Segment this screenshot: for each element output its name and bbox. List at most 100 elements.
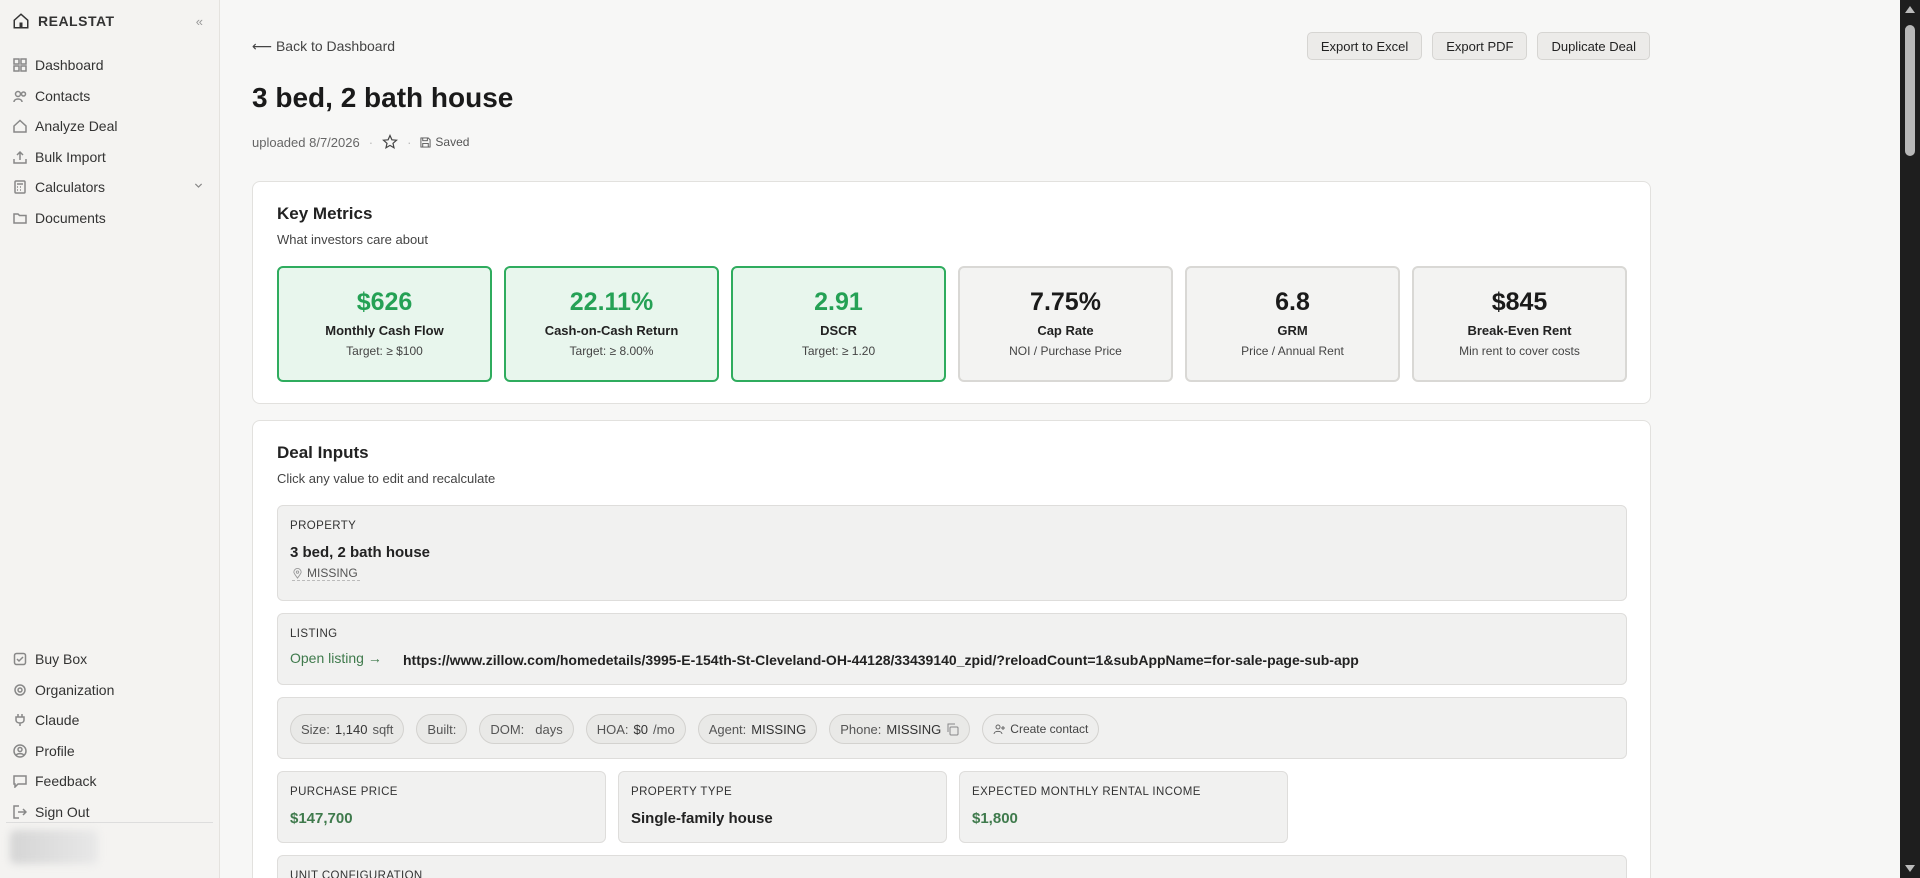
metric-value: 2.91 [814, 288, 863, 316]
phone-chip[interactable]: Phone: MISSING [829, 714, 971, 744]
plug-icon [15, 714, 25, 726]
sidebar-item-analyze-deal[interactable]: Analyze Deal [0, 113, 220, 139]
page-scrollbar[interactable] [1900, 0, 1920, 878]
sidebar-item-label: Feedback [35, 773, 97, 789]
hoa-chip[interactable]: HOA: $0 /mo [585, 714, 686, 744]
sidebar-item-label: Buy Box [35, 651, 88, 667]
star-icon[interactable] [382, 134, 399, 150]
scroll-down-arrow-icon[interactable] [1905, 865, 1915, 872]
property-label: Property [290, 520, 357, 532]
purchase-price-label: Purchase Price [290, 786, 398, 798]
metric-target: Target: ≥ 8.00% [569, 344, 654, 358]
sidebar-item-documents[interactable]: Documents [0, 205, 220, 231]
open-listing-link[interactable]: Open listing → [290, 650, 382, 666]
chevron-down-icon[interactable] [193, 180, 204, 191]
purchase-price-value[interactable]: $147,700 [290, 810, 353, 827]
duplicate-deal-button[interactable]: Duplicate Deal [1537, 32, 1650, 60]
listing-label: Listing [290, 628, 338, 640]
metric-description: Min rent to cover costs [1459, 344, 1580, 358]
page-title: 3 bed, 2 bath house [252, 82, 514, 113]
rental-income-field[interactable]: Expected Monthly Rental Income $1,800 [959, 771, 1288, 843]
rental-income-value[interactable]: $1,800 [972, 810, 1018, 827]
sidebar-item-label: Contacts [35, 87, 91, 104]
map-pin-icon [293, 567, 302, 579]
brand-name: REALSTAT [38, 13, 115, 29]
sidebar-item-label: Analyze Deal [35, 118, 118, 134]
sidebar-item-label: Claude [35, 712, 80, 728]
user-plus-icon [993, 724, 1006, 735]
key-metrics-card: Key Metrics What investors care about $6… [252, 181, 1651, 404]
chip-unit: sqft [372, 721, 394, 737]
unit-configuration-panel: Unit Configuration [277, 855, 1627, 878]
key-metrics-title: Key Metrics [277, 204, 373, 223]
sidebar-item-calculators[interactable]: Calculators [0, 174, 220, 200]
user-account-blurred[interactable] [10, 830, 98, 864]
create-contact-label: Create contact [1010, 722, 1089, 736]
agent-chip[interactable]: Agent: MISSING [697, 714, 818, 744]
sidebar-item-label: Profile [35, 742, 75, 759]
sidebar-item-label: Calculators [35, 179, 106, 195]
scroll-thumb[interactable] [1905, 25, 1915, 156]
save-disk-icon [420, 136, 431, 148]
sidebar-item-buy-box[interactable]: Buy Box [0, 646, 220, 672]
chip-key: Built: [427, 721, 457, 737]
copy-icon[interactable] [946, 723, 959, 736]
sidebar-divider [6, 822, 213, 823]
sidebar-item-feedback[interactable]: Feedback [0, 768, 220, 794]
sidebar-item-contacts[interactable]: Contacts [0, 83, 220, 109]
property-name[interactable]: 3 bed, 2 bath house [290, 544, 430, 561]
message-icon [13, 775, 27, 788]
create-contact-button[interactable]: Create contact [982, 714, 1100, 744]
action-toolbar: Export to Excel Export PDF Duplicate Dea… [1306, 32, 1650, 60]
separator-dot: · [368, 134, 374, 150]
back-to-dashboard-link[interactable]: ⟵ Back to Dashboard [252, 38, 395, 55]
metric-break-even-rent: $845 Break-Even Rent Min rent to cover c… [1412, 266, 1627, 382]
user-circle-icon [13, 743, 27, 758]
metric-description: NOI / Purchase Price [1009, 344, 1122, 358]
logout-icon [13, 804, 27, 819]
chip-value: MISSING [751, 721, 807, 737]
built-chip[interactable]: Built: [416, 714, 468, 744]
separator-dot: · [407, 134, 412, 150]
deal-inputs-title: Deal Inputs [277, 443, 369, 462]
metric-label: Cap Rate [1037, 323, 1094, 338]
property-location[interactable]: MISSING [292, 566, 360, 581]
key-metrics-subtitle: What investors care about [277, 232, 429, 247]
home-icon [13, 119, 27, 133]
saved-label: Saved [435, 135, 470, 149]
users-icon [13, 90, 27, 102]
brand-logo[interactable]: REALSTAT [12, 12, 115, 30]
chip-value: $0 [633, 721, 649, 737]
size-chip[interactable]: Size: 1,140 sqft [290, 714, 405, 744]
export-pdf-button[interactable]: Export PDF [1432, 32, 1528, 60]
metric-value: 7.75% [1030, 288, 1101, 316]
sidebar-item-label: Bulk Import [35, 148, 106, 165]
dom-chip[interactable]: DOM: days [479, 714, 574, 744]
sidebar-item-label: Organization [35, 681, 115, 698]
listing-url[interactable]: https://www.zillow.com/homedetails/3995-… [403, 652, 1359, 668]
sidebar-item-profile[interactable]: Profile [0, 738, 220, 764]
chip-key: DOM: [490, 721, 525, 737]
property-type-value[interactable]: Single-family house [631, 810, 773, 827]
export-excel-button[interactable]: Export to Excel [1306, 32, 1423, 60]
calculator-icon [14, 180, 26, 194]
metric-value: $626 [356, 288, 413, 316]
sidebar-item-dashboard[interactable]: Dashboard [0, 52, 220, 78]
metric-grm: 6.8 GRM Price / Annual Rent [1185, 266, 1400, 382]
collapse-sidebar-icon[interactable]: « [196, 14, 203, 29]
unit-configuration-label: Unit Configuration [290, 870, 423, 878]
saved-status: Saved [420, 135, 469, 149]
sidebar-item-organization[interactable]: Organization [0, 677, 220, 703]
metric-target: Target: ≥ $100 [346, 344, 423, 358]
scroll-up-arrow-icon[interactable] [1905, 6, 1915, 13]
purchase-price-field[interactable]: Purchase Price $147,700 [277, 771, 606, 843]
upload-icon [13, 150, 27, 164]
metric-label: Monthly Cash Flow [325, 323, 444, 338]
sidebar-item-claude[interactable]: Claude [0, 707, 220, 733]
sidebar: REALSTAT « Dashboard Contacts Analyze De… [0, 0, 220, 878]
property-type-field[interactable]: Property Type Single-family house [618, 771, 947, 843]
detail-chips: Size: 1,140 sqft Built: DOM: days HOA: $… [290, 714, 1100, 744]
sidebar-item-bulk-import[interactable]: Bulk Import [0, 144, 220, 170]
sidebar-item-sign-out[interactable]: Sign Out [0, 799, 220, 825]
sidebar-item-label: Documents [35, 209, 106, 226]
